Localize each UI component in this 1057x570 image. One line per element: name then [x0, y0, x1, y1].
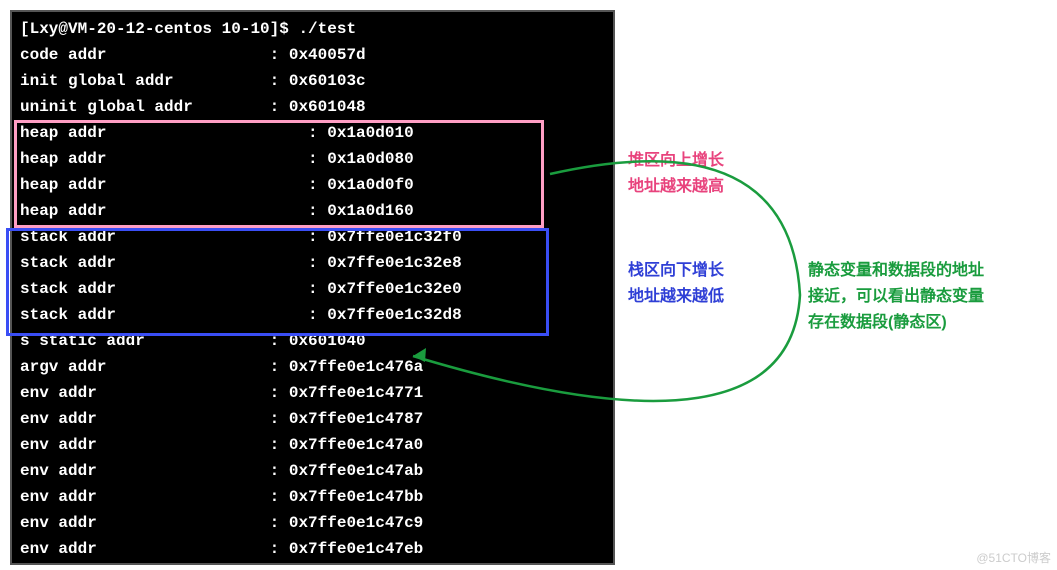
terminal-line: env addr : 0x7ffe0e1c47a0 [20, 432, 605, 458]
terminal-window: [Lxy@VM-20-12-centos 10-10]$ ./test code… [10, 10, 615, 565]
terminal-line: stack addr : 0x7ffe0e1c32f0 [20, 224, 605, 250]
terminal-line: heap addr : 0x1a0d010 [20, 120, 605, 146]
terminal-line: heap addr : 0x1a0d160 [20, 198, 605, 224]
terminal-line: heap addr : 0x1a0d080 [20, 146, 605, 172]
static-annotation-line3: 存在数据段(静态区) [808, 310, 984, 336]
terminal-line: stack addr : 0x7ffe0e1c32e8 [20, 250, 605, 276]
terminal-line: env addr : 0x7ffe0e1c47ab [20, 458, 605, 484]
stack-annotation-line1: 栈区向下增长 [628, 258, 724, 284]
stack-annotation: 栈区向下增长 地址越来越低 [628, 258, 724, 310]
prompt-line: [Lxy@VM-20-12-centos 10-10]$ ./test [20, 16, 605, 42]
terminal-output: code addr : 0x40057dinit global addr : 0… [20, 42, 605, 562]
heap-annotation-line1: 堆区向上增长 [628, 148, 724, 174]
stack-annotation-line2: 地址越来越低 [628, 284, 724, 310]
watermark: @51CTO博客 [976, 549, 1051, 566]
terminal-line: env addr : 0x7ffe0e1c47bb [20, 484, 605, 510]
terminal-line: stack addr : 0x7ffe0e1c32d8 [20, 302, 605, 328]
static-annotation: 静态变量和数据段的地址 接近，可以看出静态变量 存在数据段(静态区) [808, 258, 984, 336]
terminal-line: uninit global addr : 0x601048 [20, 94, 605, 120]
terminal-line: heap addr : 0x1a0d0f0 [20, 172, 605, 198]
terminal-line: argv addr : 0x7ffe0e1c476a [20, 354, 605, 380]
terminal-line: env addr : 0x7ffe0e1c47c9 [20, 510, 605, 536]
terminal-line: env addr : 0x7ffe0e1c47eb [20, 536, 605, 562]
heap-annotation: 堆区向上增长 地址越来越高 [628, 148, 724, 200]
terminal-line: s static addr : 0x601040 [20, 328, 605, 354]
heap-annotation-line2: 地址越来越高 [628, 174, 724, 200]
terminal-line: env addr : 0x7ffe0e1c4771 [20, 380, 605, 406]
static-annotation-line2: 接近，可以看出静态变量 [808, 284, 984, 310]
terminal-line: stack addr : 0x7ffe0e1c32e0 [20, 276, 605, 302]
terminal-line: code addr : 0x40057d [20, 42, 605, 68]
terminal-line: init global addr : 0x60103c [20, 68, 605, 94]
static-annotation-line1: 静态变量和数据段的地址 [808, 258, 984, 284]
terminal-line: env addr : 0x7ffe0e1c4787 [20, 406, 605, 432]
